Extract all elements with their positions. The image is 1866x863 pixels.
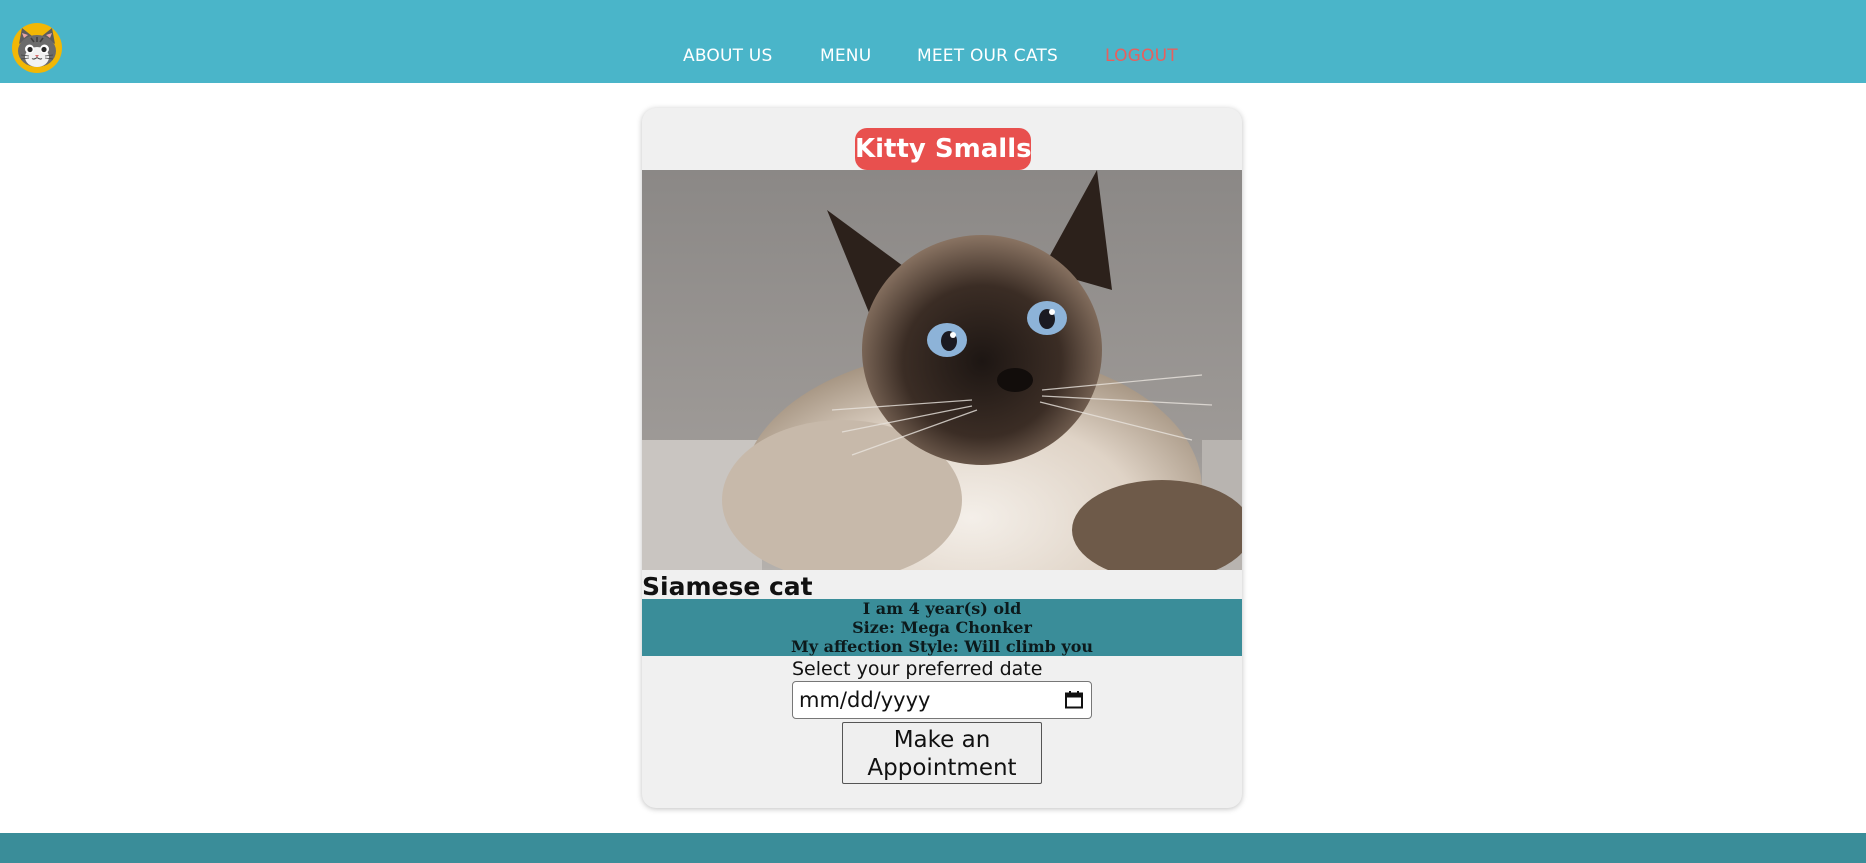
cat-name-badge: Kitty Smalls (855, 128, 1032, 170)
nav-about-us[interactable]: ABOUT US (683, 46, 772, 66)
date-placeholder: mm/dd/yyyy (799, 688, 931, 712)
cat-profile-card: Kitty Smalls Siamese cat I am 4 year(s) … (642, 108, 1242, 808)
cat-breed: Siamese cat (642, 572, 813, 601)
cat-affection-style: My affection Style: Will climb you (791, 637, 1093, 656)
calendar-icon[interactable] (1064, 690, 1084, 710)
date-input[interactable]: mm/dd/yyyy (792, 681, 1092, 719)
site-footer (0, 833, 1866, 863)
main-nav: ABOUT US MENU MEET OUR CATS LOGOUT (0, 46, 1866, 70)
date-label: Select your preferred date (792, 658, 1043, 680)
cat-info-band: I am 4 year(s) old Size: Mega Chonker My… (642, 599, 1242, 656)
nav-menu[interactable]: MENU (820, 46, 871, 66)
siamese-cat-photo (642, 170, 1242, 570)
make-appointment-button[interactable]: Make an Appointment (842, 722, 1042, 784)
cat-size: Size: Mega Chonker (852, 618, 1032, 637)
site-header: ABOUT US MENU MEET OUR CATS LOGOUT (0, 0, 1866, 83)
cat-age: I am 4 year(s) old (862, 599, 1022, 618)
nav-meet-our-cats[interactable]: MEET OUR CATS (917, 46, 1058, 66)
nav-logout[interactable]: LOGOUT (1105, 46, 1178, 66)
